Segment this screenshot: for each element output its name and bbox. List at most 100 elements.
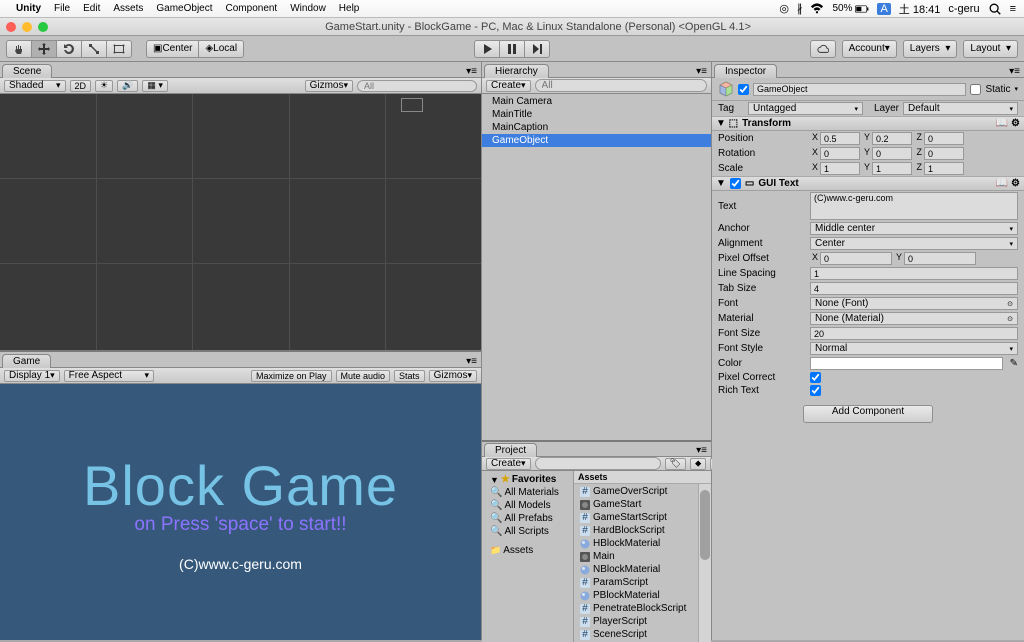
pixeloffset-x[interactable] (820, 252, 892, 265)
project-search[interactable] (535, 457, 661, 470)
font-field[interactable]: None (Font)⊙ (810, 297, 1018, 310)
audio-toggle[interactable]: 🔊 (117, 80, 138, 92)
scale-y[interactable] (872, 162, 912, 175)
asset-item[interactable]: #ParamScript (574, 576, 711, 589)
hand-tool[interactable] (6, 40, 31, 58)
linespacing-field[interactable] (810, 267, 1018, 280)
hierarchy-list[interactable]: Main Camera MainTitle MainCaption GameOb… (482, 94, 711, 440)
asset-item[interactable]: HBlockMaterial (574, 537, 711, 550)
help-icon[interactable]: 📖 (996, 178, 1008, 189)
assets-folder[interactable]: 📁 Assets (482, 544, 573, 557)
hierarchy-search[interactable] (535, 79, 707, 92)
favorite-item[interactable]: 🔍All Scripts (482, 525, 573, 538)
tab-hierarchy[interactable]: Hierarchy (484, 64, 549, 78)
favorite-item[interactable]: 🔍All Prefabs (482, 512, 573, 525)
maximize-toggle[interactable]: Maximize on Play (251, 370, 332, 382)
panel-menu-icon[interactable]: ▾≡ (466, 356, 477, 367)
tab-scene[interactable]: Scene (2, 64, 52, 78)
fx-toggle[interactable]: ▦ ▾ (142, 80, 168, 92)
layers-dropdown[interactable]: Layers ▾ (903, 40, 958, 58)
position-x[interactable] (820, 132, 860, 145)
move-tool[interactable] (31, 40, 56, 58)
panel-menu-icon[interactable]: ▾≡ (466, 66, 477, 77)
rotation-x[interactable] (820, 147, 860, 160)
rotate-tool[interactable] (56, 40, 81, 58)
panel-menu-icon[interactable]: ▾≡ (696, 445, 707, 456)
favorite-item[interactable]: 🔍All Materials (482, 486, 573, 499)
menu-gameobject[interactable]: GameObject (156, 3, 212, 14)
asset-item[interactable]: #GameStartScript (574, 511, 711, 524)
favorite-item[interactable]: 🔍All Models (482, 499, 573, 512)
asset-item[interactable]: #PenetrateBlockScript (574, 602, 711, 615)
menu-window[interactable]: Window (290, 3, 326, 14)
gameobject-name-field[interactable] (753, 83, 966, 96)
layout-dropdown[interactable]: Layout ▾ (963, 40, 1018, 58)
step-button[interactable] (524, 40, 550, 58)
scale-z[interactable] (924, 162, 964, 175)
material-field[interactable]: None (Material)⊙ (810, 312, 1018, 325)
guitext-enabled-checkbox[interactable] (730, 178, 741, 189)
add-component-button[interactable]: Add Component (803, 405, 933, 423)
menu-component[interactable]: Component (226, 3, 278, 14)
asset-item[interactable]: #SceneScript (574, 628, 711, 641)
pixeloffset-y[interactable] (904, 252, 976, 265)
project-create-dropdown[interactable]: Create ▾ (486, 458, 531, 470)
search-type-icon[interactable]: ⬥ (690, 458, 706, 470)
menu-file[interactable]: File (54, 3, 70, 14)
scrollbar[interactable] (698, 484, 711, 642)
pause-button[interactable] (499, 40, 524, 58)
fontsize-field[interactable] (810, 327, 1018, 340)
aspect-dropdown[interactable]: Free Aspect ▾ (64, 370, 154, 382)
close-icon[interactable] (6, 22, 16, 32)
hierarchy-item[interactable]: MainTitle (482, 108, 711, 121)
position-z[interactable] (924, 132, 964, 145)
hierarchy-item[interactable]: MainCaption (482, 121, 711, 134)
cloud-button[interactable] (810, 40, 836, 58)
rotation-y[interactable] (872, 147, 912, 160)
gear-icon[interactable]: ⚙ (1011, 178, 1020, 189)
spotlight-icon[interactable] (988, 2, 1002, 16)
menu-edit[interactable]: Edit (83, 3, 100, 14)
tab-game[interactable]: Game (2, 354, 51, 368)
text-field[interactable]: (C)www.c-geru.com (810, 192, 1018, 220)
lighting-toggle[interactable]: ☀ (95, 80, 113, 92)
pivot-center-button[interactable]: ▣ Center (146, 40, 198, 58)
notifications-icon[interactable]: ≡ (1010, 3, 1016, 15)
project-folders[interactable]: ▼★Favorites 🔍All Materials 🔍All Models 🔍… (482, 471, 574, 642)
account-dropdown[interactable]: Account ▾ (842, 40, 897, 58)
panel-menu-icon[interactable]: ▾≡ (1009, 66, 1020, 77)
pixelcorrect-checkbox[interactable] (810, 372, 821, 383)
menu-help[interactable]: Help (339, 3, 360, 14)
asset-item[interactable]: Main (574, 550, 711, 563)
ime-indicator[interactable]: A (877, 3, 890, 15)
tab-inspector[interactable]: Inspector (714, 64, 777, 78)
pivot-local-button[interactable]: ◈ Local (198, 40, 244, 58)
tag-dropdown[interactable]: Untagged▾ (748, 102, 863, 115)
traffic-lights[interactable] (6, 22, 48, 32)
minimize-icon[interactable] (22, 22, 32, 32)
gear-icon[interactable]: ⚙ (1011, 118, 1020, 129)
static-checkbox[interactable] (970, 84, 981, 95)
position-y[interactable] (872, 132, 912, 145)
gameobject-active-checkbox[interactable] (738, 84, 749, 95)
scroll-thumb[interactable] (700, 490, 710, 560)
richtext-checkbox[interactable] (810, 385, 821, 396)
hierarchy-item[interactable]: Main Camera (482, 95, 711, 108)
asset-item[interactable]: #HardBlockScript (574, 524, 711, 537)
layer-dropdown[interactable]: Default▾ (903, 102, 1018, 115)
asset-item[interactable]: GameStart (574, 498, 711, 511)
mute-toggle[interactable]: Mute audio (336, 370, 391, 382)
user-name[interactable]: c-geru (948, 3, 979, 15)
alignment-dropdown[interactable]: Center▾ (810, 237, 1018, 250)
gizmos-dropdown[interactable]: Gizmos ▾ (305, 80, 353, 92)
scale-tool[interactable] (81, 40, 106, 58)
anchor-dropdown[interactable]: Middle center▾ (810, 222, 1018, 235)
rotation-z[interactable] (924, 147, 964, 160)
menu-app[interactable]: Unity (16, 3, 41, 14)
stats-toggle[interactable]: Stats (394, 370, 425, 382)
help-icon[interactable]: 📖 (996, 118, 1008, 129)
transform-header[interactable]: ▼ ⬚ Transform📖⚙ (712, 116, 1024, 131)
maximize-icon[interactable] (38, 22, 48, 32)
tab-project[interactable]: Project (484, 443, 537, 457)
hierarchy-create-dropdown[interactable]: Create ▾ (486, 80, 531, 92)
